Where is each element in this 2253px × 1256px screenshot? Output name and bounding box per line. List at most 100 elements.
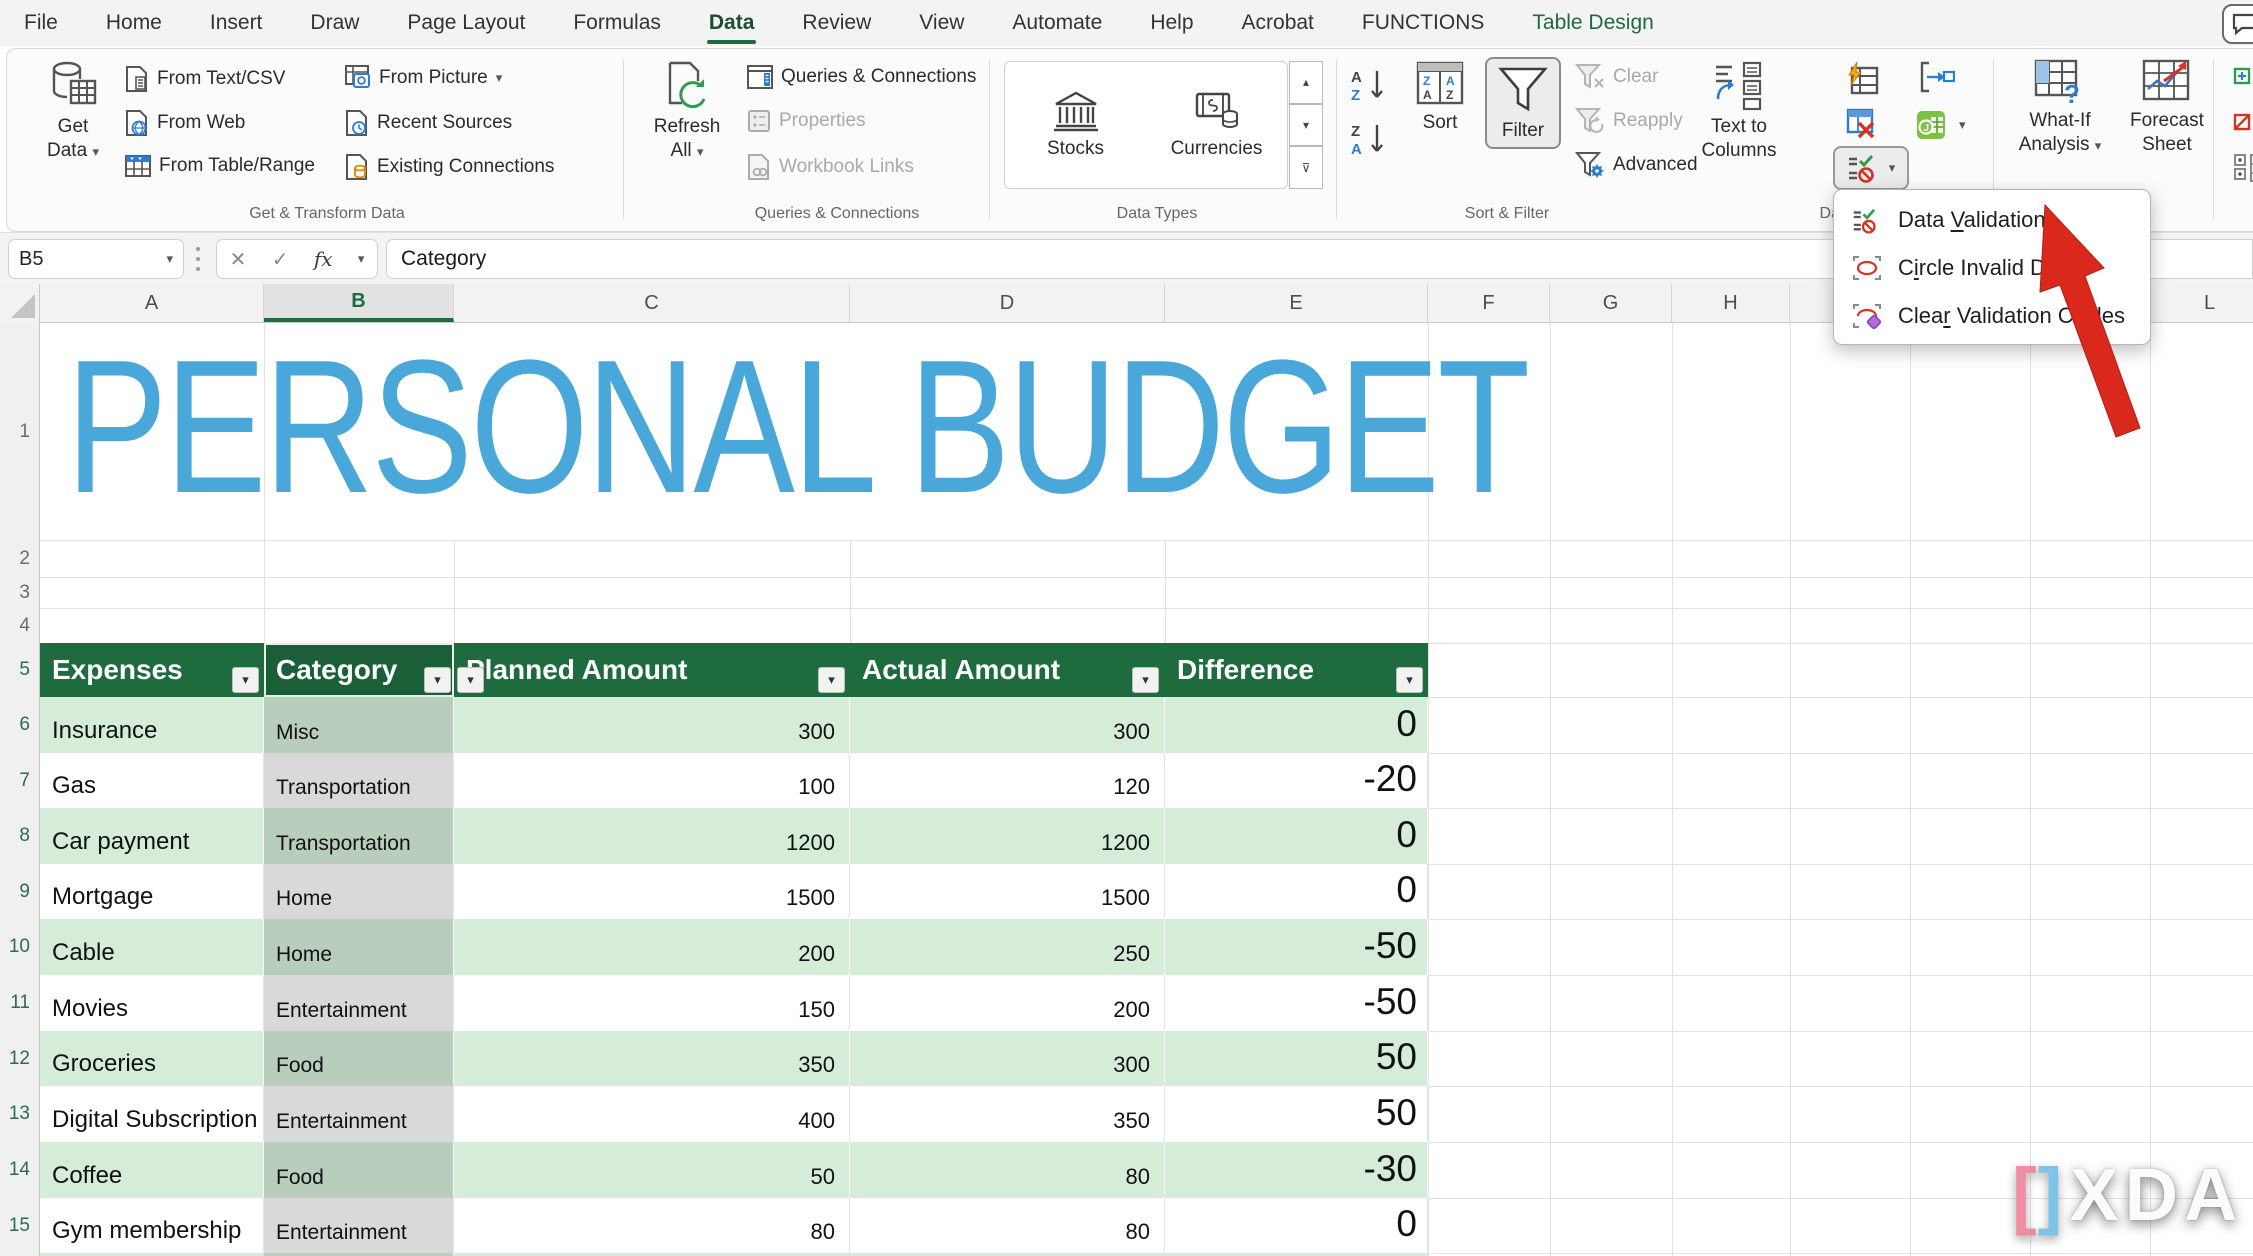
cell-actual[interactable]: 120 bbox=[850, 753, 1165, 808]
cell-planned[interactable]: 1200 bbox=[454, 808, 850, 864]
name-box-dropdown-icon[interactable]: ▾ bbox=[166, 251, 173, 267]
tab-automate[interactable]: Automate bbox=[988, 0, 1126, 46]
filter-button[interactable]: Filter bbox=[1485, 57, 1561, 149]
column-header-e[interactable]: E bbox=[1165, 284, 1428, 322]
cell-category[interactable]: Transportation bbox=[264, 753, 454, 808]
cell-actual[interactable]: 80 bbox=[850, 1198, 1165, 1253]
forecast-sheet-button[interactable]: ForecastSheet bbox=[2119, 59, 2215, 157]
column-header-h[interactable]: H bbox=[1672, 284, 1790, 322]
existing-connections-button[interactable]: Existing Connections bbox=[345, 153, 554, 181]
sort-az-button[interactable]: AZ bbox=[1349, 67, 1389, 105]
column-header-g[interactable]: G bbox=[1550, 284, 1672, 322]
clear-filter-button[interactable]: Clear bbox=[1575, 63, 1658, 91]
cell-difference[interactable]: 0 bbox=[1165, 697, 1428, 753]
tab-review[interactable]: Review bbox=[778, 0, 895, 46]
column-header-d[interactable]: D bbox=[850, 284, 1165, 322]
cell-actual[interactable]: 250 bbox=[850, 919, 1165, 975]
column-header-a[interactable]: A bbox=[40, 284, 264, 322]
cell-difference[interactable]: -50 bbox=[1165, 975, 1428, 1031]
cell-actual[interactable]: 350 bbox=[850, 1086, 1165, 1142]
gallery-down-button[interactable]: ▾ bbox=[1289, 104, 1323, 147]
row-header-9[interactable]: 9 bbox=[0, 864, 40, 919]
cell-expense[interactable]: Car payment bbox=[40, 808, 264, 864]
row-header-15[interactable]: 15 bbox=[0, 1198, 40, 1253]
cell-category[interactable]: Entertainment bbox=[264, 975, 454, 1031]
cell-category[interactable]: Transportation bbox=[264, 808, 454, 864]
from-text-csv-button[interactable]: From Text/CSV bbox=[125, 65, 285, 93]
refresh-all-button[interactable]: RefreshAll ▾ bbox=[639, 59, 735, 163]
cell-planned[interactable]: 300 bbox=[454, 697, 850, 753]
cell-actual[interactable]: 1200 bbox=[850, 808, 1165, 864]
name-box[interactable]: B5 ▾ bbox=[8, 239, 184, 279]
cell-difference[interactable]: -20 bbox=[1165, 753, 1428, 808]
filter-dropdown-difference[interactable]: ▾ bbox=[1396, 667, 1423, 693]
row-header-2[interactable]: 2 bbox=[0, 540, 40, 577]
menu-item-data-validation[interactable]: Data Validation... bbox=[1834, 196, 2152, 244]
cell-actual[interactable]: 300 bbox=[850, 1031, 1165, 1086]
column-header-c[interactable]: C bbox=[454, 284, 850, 322]
tab-home[interactable]: Home bbox=[82, 0, 186, 46]
cancel-icon[interactable]: ✕ bbox=[230, 247, 247, 272]
row-header-13[interactable]: 13 bbox=[0, 1086, 40, 1142]
data-validation-dropdown-arrow[interactable]: ▾ bbox=[1889, 160, 1896, 176]
from-picture-button[interactable]: From Picture ▾ bbox=[345, 65, 502, 91]
cell-difference[interactable]: -30 bbox=[1165, 1142, 1428, 1198]
tab-formulas[interactable]: Formulas bbox=[549, 0, 685, 46]
cell-expense[interactable]: Groceries bbox=[40, 1031, 264, 1086]
validation-dropdown-b5[interactable]: ▾ bbox=[457, 667, 484, 693]
row-header-11[interactable]: 11 bbox=[0, 975, 40, 1031]
what-if-analysis-button[interactable]: ? What-IfAnalysis ▾ bbox=[2005, 59, 2115, 157]
column-header-f[interactable]: F bbox=[1428, 284, 1550, 322]
cell-difference[interactable]: 50 bbox=[1165, 1031, 1428, 1086]
filter-dropdown-actual[interactable]: ▾ bbox=[1132, 667, 1159, 693]
cell-category[interactable]: Misc bbox=[264, 697, 454, 753]
tab-view[interactable]: View bbox=[895, 0, 988, 46]
cell-planned[interactable]: 150 bbox=[454, 975, 850, 1031]
queries-connections-button[interactable]: Queries & Connections bbox=[747, 65, 976, 89]
flash-fill-button[interactable] bbox=[1845, 61, 1879, 95]
cell-expense[interactable]: Cable bbox=[40, 919, 264, 975]
row-header-6[interactable]: 6 bbox=[0, 697, 40, 753]
cell-actual[interactable]: 200 bbox=[850, 975, 1165, 1031]
cell-difference[interactable]: 50 bbox=[1165, 1086, 1428, 1142]
properties-button[interactable]: Properties bbox=[747, 109, 866, 133]
recent-sources-button[interactable]: Recent Sources bbox=[345, 109, 512, 137]
reapply-filter-button[interactable]: Reapply bbox=[1575, 107, 1683, 135]
stocks-button[interactable]: Stocks bbox=[1005, 62, 1146, 188]
cell-planned[interactable]: 200 bbox=[454, 919, 850, 975]
row-header-8[interactable]: 8 bbox=[0, 808, 40, 864]
filter-dropdown-expenses[interactable]: ▾ bbox=[232, 667, 259, 693]
sort-button[interactable]: ZAAZ Sort bbox=[1405, 61, 1475, 135]
cell-actual[interactable]: 1500 bbox=[850, 864, 1165, 919]
cell-planned[interactable]: 350 bbox=[454, 1031, 850, 1086]
cell-expense[interactable]: Digital Subscription bbox=[40, 1086, 264, 1142]
cell-planned[interactable]: 1500 bbox=[454, 864, 850, 919]
cell-planned[interactable]: 100 bbox=[454, 753, 850, 808]
remove-duplicates-button[interactable] bbox=[1845, 107, 1879, 141]
row-header-4[interactable]: 4 bbox=[0, 608, 40, 643]
cell-category[interactable]: Entertainment bbox=[264, 1086, 454, 1142]
from-web-button[interactable]: From Web bbox=[125, 109, 245, 137]
header-expenses[interactable]: Expenses bbox=[40, 643, 264, 697]
data-validation-split-button[interactable]: ▾ bbox=[1833, 146, 1909, 190]
filter-dropdown-planned[interactable]: ▾ bbox=[818, 667, 845, 693]
enter-check-icon[interactable]: ✓ bbox=[272, 247, 289, 272]
cell-difference[interactable]: 0 bbox=[1165, 864, 1428, 919]
cell-planned[interactable]: 400 bbox=[454, 1086, 850, 1142]
select-all-corner[interactable] bbox=[0, 284, 40, 323]
text-to-columns-button[interactable]: Text toColumns bbox=[1691, 59, 1787, 163]
currencies-button[interactable]: Currencies bbox=[1146, 62, 1287, 188]
row-header-1[interactable]: 1 bbox=[0, 323, 40, 540]
cell-difference[interactable]: 0 bbox=[1165, 808, 1428, 864]
insert-function-icon[interactable]: fx bbox=[314, 247, 333, 271]
header-actual-amount[interactable]: Actual Amount bbox=[850, 643, 1165, 697]
tab-page-layout[interactable]: Page Layout bbox=[383, 0, 549, 46]
row-header-7[interactable]: 7 bbox=[0, 753, 40, 808]
cell-expense[interactable]: Coffee bbox=[40, 1142, 264, 1198]
cell-difference[interactable]: -50 bbox=[1165, 919, 1428, 975]
cell-actual[interactable]: 300 bbox=[850, 697, 1165, 753]
menu-item-circle-invalid-data[interactable]: Circle Invalid Data bbox=[1834, 244, 2152, 292]
row-header-5[interactable]: 5 bbox=[0, 643, 40, 697]
comments-button[interactable] bbox=[2222, 4, 2253, 44]
gallery-more-button[interactable]: ⊽ bbox=[1289, 146, 1323, 189]
